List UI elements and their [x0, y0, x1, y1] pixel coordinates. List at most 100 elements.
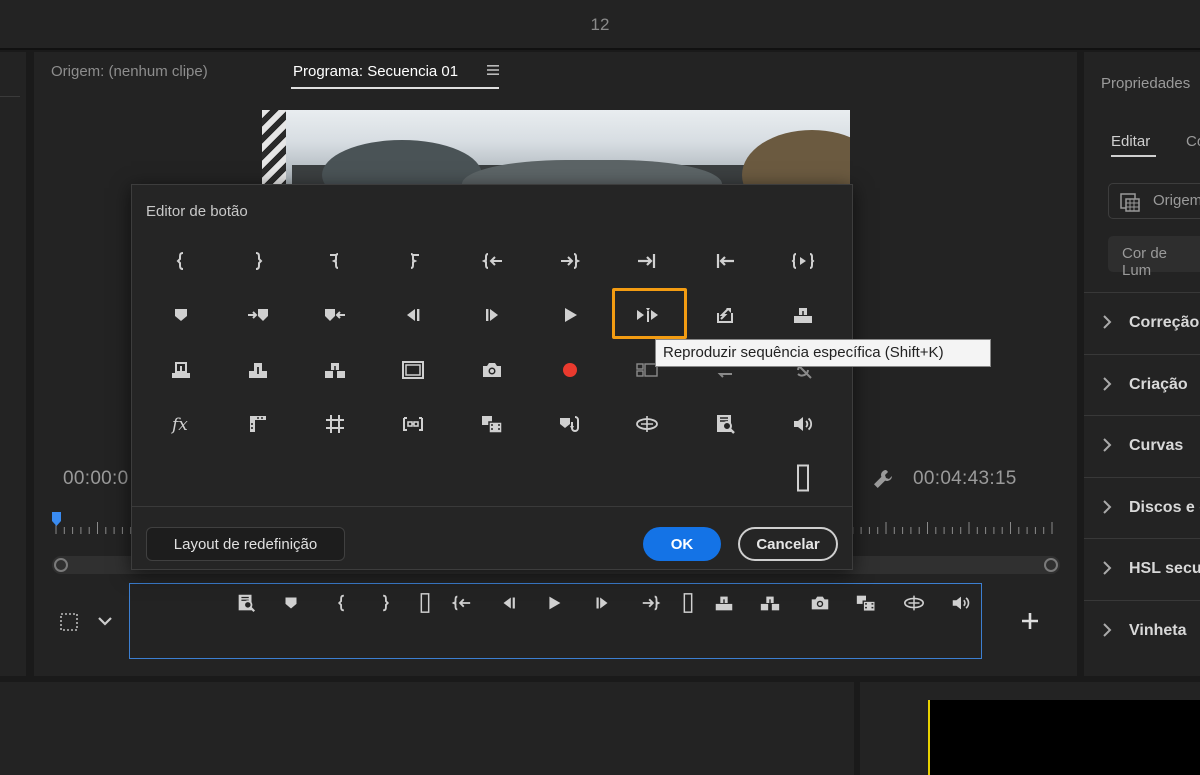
record-icon[interactable]	[558, 358, 582, 382]
replace-icon[interactable]	[558, 412, 582, 436]
insert-clip-icon[interactable]	[855, 592, 877, 614]
lift-icon[interactable]	[713, 592, 735, 614]
clear-out-icon[interactable]	[401, 249, 425, 273]
properties-section[interactable]: Curvas	[1084, 415, 1200, 476]
transport-button[interactable]	[277, 592, 305, 614]
step-back-icon[interactable]	[498, 592, 520, 614]
volume-icon[interactable]	[950, 592, 972, 614]
button-editor-item[interactable]	[545, 295, 595, 335]
transport-button[interactable]	[232, 592, 260, 614]
zoom-search-icon[interactable]	[235, 592, 257, 614]
go-to-out-icon[interactable]	[558, 249, 582, 273]
properties-section[interactable]: Vinheta	[1084, 599, 1200, 661]
transport-button[interactable]	[540, 592, 568, 614]
button-editor-item[interactable]	[388, 350, 438, 390]
button-editor-item[interactable]	[233, 295, 283, 335]
reset-layout-button[interactable]: Layout de redefinição	[146, 527, 345, 561]
transport-button[interactable]	[852, 592, 880, 614]
button-editor-item[interactable]	[310, 295, 360, 335]
export-frame-icon[interactable]	[480, 358, 504, 382]
button-editor-item[interactable]	[778, 241, 828, 281]
go-to-out-icon[interactable]	[640, 592, 662, 614]
go-to-next-edit-icon[interactable]	[635, 249, 659, 273]
button-editor-item[interactable]	[467, 350, 517, 390]
properties-section[interactable]: Criação	[1084, 353, 1200, 415]
grid-icon[interactable]	[323, 412, 347, 436]
tab-source[interactable]: Origem: (nenhum clipe)	[51, 63, 208, 80]
go-to-next-marker-icon[interactable]	[246, 303, 270, 327]
add-marker-icon[interactable]	[280, 592, 302, 614]
spacer-icon[interactable]	[677, 592, 699, 614]
button-editor-item[interactable]	[388, 404, 438, 444]
lift-icon[interactable]	[791, 303, 815, 327]
step-forward-icon[interactable]	[591, 592, 613, 614]
transport-button[interactable]	[806, 592, 834, 614]
vr-icon[interactable]	[903, 592, 925, 614]
insert-clip-icon[interactable]	[480, 412, 504, 436]
go-to-previous-edit-icon[interactable]	[713, 249, 737, 273]
button-editor-item[interactable]	[233, 404, 283, 444]
chevron-right-icon[interactable]	[1102, 499, 1112, 515]
extract-icon[interactable]	[323, 358, 347, 382]
button-editor-item[interactable]	[545, 350, 595, 390]
button-editor-item[interactable]	[467, 295, 517, 335]
tab-edit[interactable]: Editar	[1111, 133, 1150, 150]
insert-icon[interactable]	[246, 358, 270, 382]
ok-button[interactable]: OK	[643, 527, 721, 561]
button-editor-item[interactable]	[310, 350, 360, 390]
button-editor-item[interactable]	[700, 404, 750, 444]
transport-button[interactable]	[495, 592, 523, 614]
button-editor-item[interactable]	[778, 458, 828, 498]
trim-icon[interactable]	[401, 412, 425, 436]
properties-section[interactable]: Correção	[1084, 292, 1200, 353]
button-editor-item[interactable]	[545, 404, 595, 444]
button-editor-item[interactable]	[156, 241, 206, 281]
mark-in-icon[interactable]	[331, 592, 353, 614]
play-icon[interactable]	[543, 592, 565, 614]
transport-button[interactable]	[371, 592, 399, 614]
button-editor-item[interactable]	[622, 404, 672, 444]
transport-button[interactable]	[637, 592, 665, 614]
button-editor-item[interactable]	[778, 404, 828, 444]
playhead-timecode[interactable]: 00:00:0	[63, 468, 129, 490]
transport-button[interactable]	[328, 592, 356, 614]
button-editor-item[interactable]	[388, 241, 438, 281]
transport-button[interactable]	[674, 592, 702, 614]
mark-in-icon[interactable]	[169, 249, 193, 273]
chevron-right-icon[interactable]	[1102, 560, 1112, 576]
button-editor-item[interactable]	[545, 241, 595, 281]
go-to-in-icon[interactable]	[450, 592, 472, 614]
overwrite-icon[interactable]	[169, 358, 193, 382]
scrollbar-right-handle[interactable]	[1044, 558, 1058, 572]
properties-section[interactable]: HSL secu	[1084, 538, 1200, 599]
panel-menu-icon[interactable]	[486, 62, 500, 78]
button-editor-item[interactable]	[233, 241, 283, 281]
proxy-icon[interactable]	[246, 412, 270, 436]
chevron-right-icon[interactable]	[1102, 314, 1112, 330]
go-to-previous-marker-icon[interactable]	[323, 303, 347, 327]
select-zoom-icon[interactable]	[58, 611, 80, 633]
clear-in-icon[interactable]	[323, 249, 347, 273]
fx-icon[interactable]: fx	[169, 412, 193, 436]
chevron-down-icon[interactable]	[96, 613, 114, 629]
transport-button[interactable]	[447, 592, 475, 614]
wrench-icon[interactable]	[872, 468, 894, 490]
mark-out-icon[interactable]	[374, 592, 396, 614]
transport-button[interactable]	[756, 592, 784, 614]
button-editor-item[interactable]	[310, 404, 360, 444]
volume-icon[interactable]	[791, 412, 815, 436]
button-editor-item[interactable]	[700, 241, 750, 281]
transport-button[interactable]	[411, 592, 439, 614]
transport-button[interactable]	[900, 592, 928, 614]
go-to-in-icon[interactable]	[480, 249, 504, 273]
play-icon[interactable]	[558, 303, 582, 327]
playhead[interactable]	[52, 512, 61, 528]
button-editor-plus-icon[interactable]	[1019, 610, 1041, 632]
button-editor-item[interactable]	[622, 241, 672, 281]
button-editor-item[interactable]	[388, 295, 438, 335]
safe-margins-icon[interactable]	[401, 358, 425, 382]
chevron-right-icon[interactable]	[1102, 437, 1112, 453]
transport-button[interactable]	[588, 592, 616, 614]
zoom-search-icon[interactable]	[713, 412, 737, 436]
button-editor-item[interactable]	[156, 350, 206, 390]
